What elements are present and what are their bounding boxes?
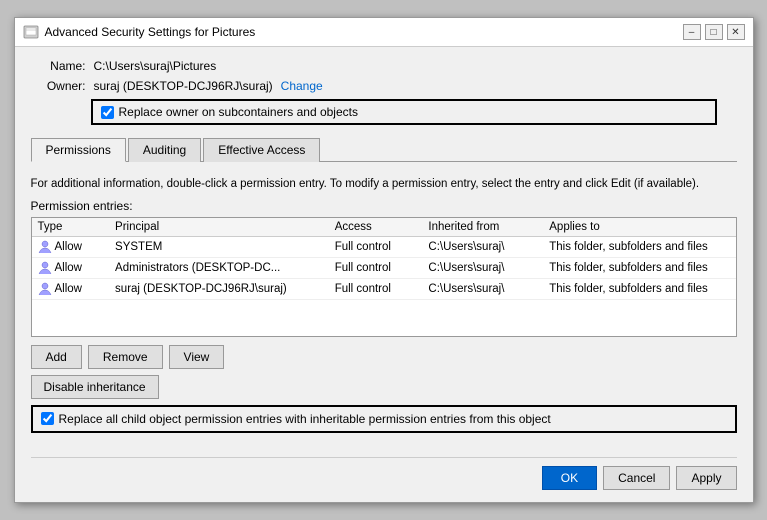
- tab-content: For additional information, double-click…: [31, 168, 737, 440]
- main-window: Advanced Security Settings for Pictures …: [14, 17, 754, 502]
- tab-effective-access[interactable]: Effective Access: [203, 138, 320, 162]
- cell-access: Full control: [329, 278, 423, 299]
- cell-inherited: C:\Users\suraj\: [422, 257, 543, 278]
- window-content: Name: C:\Users\suraj\Pictures Owner: sur…: [15, 47, 753, 501]
- cell-inherited: C:\Users\suraj\: [422, 278, 543, 299]
- table-row[interactable]: AllowSYSTEMFull controlC:\Users\suraj\Th…: [32, 236, 736, 257]
- table-row[interactable]: AllowAdministrators (DESKTOP-DC...Full c…: [32, 257, 736, 278]
- cancel-button[interactable]: Cancel: [603, 466, 670, 490]
- remove-button[interactable]: Remove: [88, 345, 163, 369]
- owner-value: suraj (DESKTOP-DCJ96RJ\suraj): [94, 79, 273, 93]
- cell-applies: This folder, subfolders and files: [543, 278, 735, 299]
- col-inherited: Inherited from: [422, 218, 543, 237]
- owner-row: Owner: suraj (DESKTOP-DCJ96RJ\suraj) Cha…: [31, 79, 737, 93]
- col-principal: Principal: [109, 218, 329, 237]
- permissions-table-container[interactable]: Type Principal Access Inherited from App…: [31, 217, 737, 337]
- title-bar: Advanced Security Settings for Pictures …: [15, 18, 753, 47]
- ok-button[interactable]: OK: [542, 466, 597, 490]
- info-text: For additional information, double-click…: [31, 176, 737, 192]
- view-button[interactable]: View: [169, 345, 225, 369]
- perm-entries-label: Permission entries:: [31, 199, 737, 213]
- col-type: Type: [32, 218, 110, 237]
- owner-label: Owner:: [31, 79, 86, 93]
- cell-type: Allow: [32, 278, 110, 299]
- change-owner-link[interactable]: Change: [281, 79, 323, 93]
- name-label: Name:: [31, 59, 86, 73]
- cell-principal: suraj (DESKTOP-DCJ96RJ\suraj): [109, 278, 329, 299]
- replace-owner-checkbox[interactable]: [101, 106, 114, 119]
- action-buttons: Add Remove View: [31, 345, 737, 369]
- replace-owner-label: Replace owner on subcontainers and objec…: [119, 105, 358, 119]
- bottom-buttons: OK Cancel Apply: [31, 457, 737, 490]
- cell-access: Full control: [329, 236, 423, 257]
- replace-all-label: Replace all child object permission entr…: [59, 412, 551, 426]
- replace-all-checkbox[interactable]: [41, 412, 54, 425]
- name-value: C:\Users\suraj\Pictures: [94, 59, 217, 73]
- cell-principal: Administrators (DESKTOP-DC...: [109, 257, 329, 278]
- cell-type: Allow: [32, 236, 110, 257]
- cell-principal: SYSTEM: [109, 236, 329, 257]
- cell-applies: This folder, subfolders and files: [543, 236, 735, 257]
- name-row: Name: C:\Users\suraj\Pictures: [31, 59, 737, 73]
- table-header-row: Type Principal Access Inherited from App…: [32, 218, 736, 237]
- permissions-table: Type Principal Access Inherited from App…: [32, 218, 736, 300]
- minimize-button[interactable]: –: [683, 24, 701, 40]
- replace-owner-row: Replace owner on subcontainers and objec…: [91, 99, 717, 125]
- close-button[interactable]: ✕: [727, 24, 745, 40]
- cell-type: Allow: [32, 257, 110, 278]
- tab-auditing[interactable]: Auditing: [128, 138, 201, 162]
- col-applies: Applies to: [543, 218, 735, 237]
- apply-button[interactable]: Apply: [676, 466, 736, 490]
- window-title: Advanced Security Settings for Pictures: [45, 25, 256, 39]
- disable-inheritance-button[interactable]: Disable inheritance: [31, 375, 159, 399]
- cell-access: Full control: [329, 257, 423, 278]
- window-icon: [23, 24, 39, 40]
- maximize-button[interactable]: □: [705, 24, 723, 40]
- add-button[interactable]: Add: [31, 345, 82, 369]
- window-controls: – □ ✕: [683, 24, 745, 40]
- cell-applies: This folder, subfolders and files: [543, 257, 735, 278]
- col-access: Access: [329, 218, 423, 237]
- cell-inherited: C:\Users\suraj\: [422, 236, 543, 257]
- tab-bar: Permissions Auditing Effective Access: [31, 137, 737, 162]
- replace-all-row: Replace all child object permission entr…: [31, 405, 737, 433]
- tab-permissions[interactable]: Permissions: [31, 138, 126, 162]
- table-row[interactable]: Allowsuraj (DESKTOP-DCJ96RJ\suraj)Full c…: [32, 278, 736, 299]
